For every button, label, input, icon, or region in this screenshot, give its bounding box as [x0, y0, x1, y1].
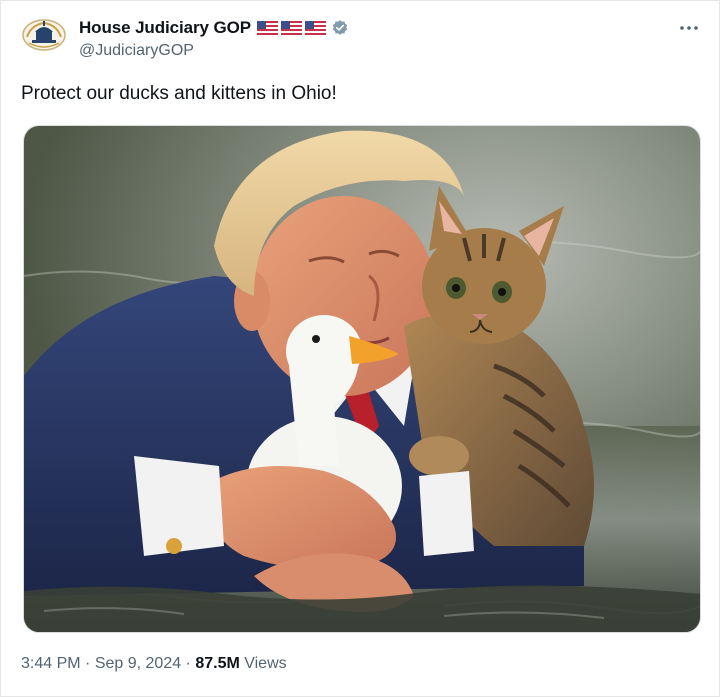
views-label: Views: [239, 655, 287, 672]
capitol-seal-icon: [22, 19, 66, 51]
tweet-meta: 3:44 PM · Sep 9, 2024 · 87.5M Views: [21, 655, 287, 673]
tweet-card: House Judiciary GOP @JudiciaryGOP Protec…: [0, 0, 720, 697]
tweet-media-photo[interactable]: [23, 125, 701, 633]
photo-image: [24, 126, 700, 632]
us-flag-icon: [280, 21, 302, 35]
author-display-name[interactable]: House Judiciary GOP: [79, 18, 251, 38]
avatar[interactable]: [21, 15, 67, 55]
views-count[interactable]: 87.5M: [195, 655, 239, 672]
author-name-row[interactable]: House Judiciary GOP: [79, 17, 349, 39]
post-time[interactable]: 3:44 PM: [21, 655, 81, 672]
us-flag-icon: [304, 21, 326, 35]
us-flag-icon: [256, 21, 278, 35]
verified-badge-icon: [332, 20, 348, 35]
flag-badges: [256, 21, 326, 35]
tweet-header: House Judiciary GOP @JudiciaryGOP: [21, 15, 699, 65]
tweet-text: Protect our ducks and kittens in Ohio!: [21, 83, 337, 104]
more-options-icon[interactable]: [679, 23, 699, 33]
author-handle[interactable]: @JudiciaryGOP: [79, 42, 194, 60]
meta-separator: ·: [80, 655, 95, 672]
meta-separator: ·: [181, 655, 196, 672]
post-date[interactable]: Sep 9, 2024: [95, 655, 181, 672]
